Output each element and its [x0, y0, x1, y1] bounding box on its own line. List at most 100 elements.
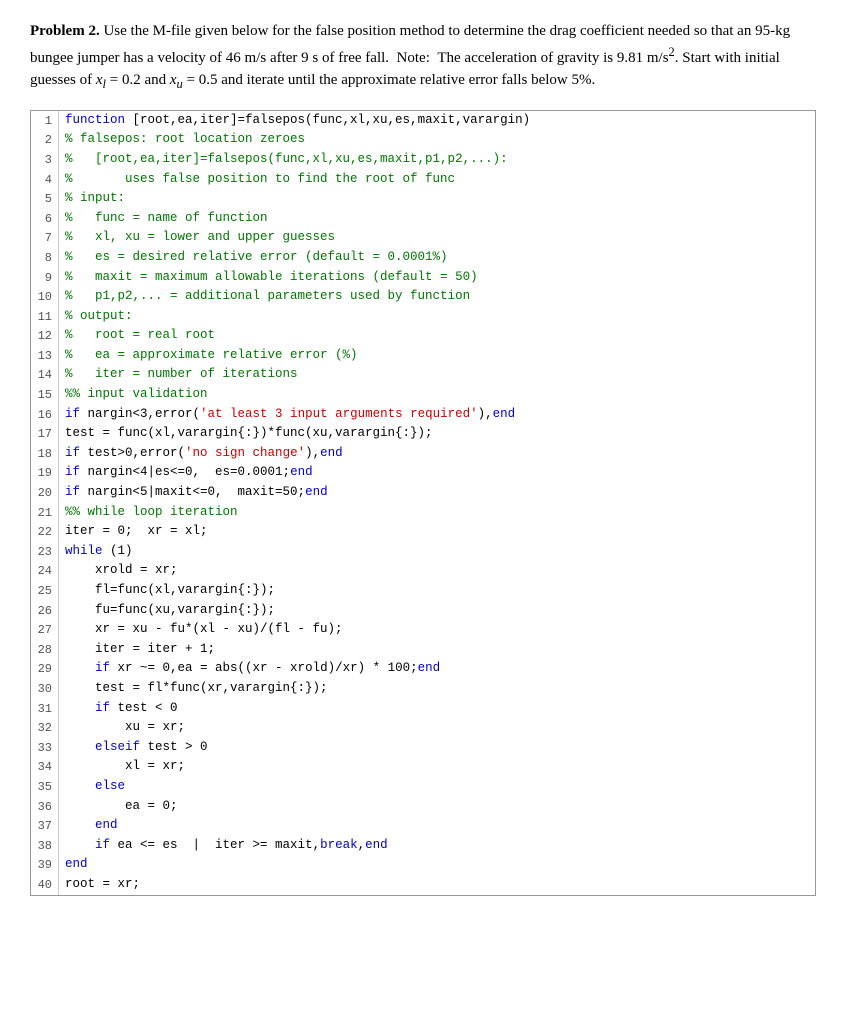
- code-line-29: 29 if xr ~= 0,ea = abs((xr - xrold)/xr) …: [31, 659, 815, 679]
- line-num-19: 19: [31, 463, 59, 483]
- code-line-11: 11 % output:: [31, 307, 815, 327]
- line-code-31: if test < 0: [59, 699, 815, 718]
- code-block: 1 function [root,ea,iter]=falsepos(func,…: [30, 110, 816, 896]
- code-line-31: 31 if test < 0: [31, 699, 815, 719]
- code-line-9: 9 % maxit = maximum allowable iterations…: [31, 268, 815, 288]
- line-num-18: 18: [31, 444, 59, 464]
- line-num-39: 39: [31, 855, 59, 875]
- line-code-25: fl=func(xl,varargin{:});: [59, 581, 815, 600]
- line-code-8: % es = desired relative error (default =…: [59, 248, 815, 267]
- line-code-15: %% input validation: [59, 385, 815, 404]
- line-num-24: 24: [31, 561, 59, 581]
- line-code-35: else: [59, 777, 815, 796]
- line-code-37: end: [59, 816, 815, 835]
- line-num-1: 1: [31, 111, 59, 131]
- code-line-17: 17 test = func(xl,varargin{:})*func(xu,v…: [31, 424, 815, 444]
- line-num-22: 22: [31, 522, 59, 542]
- problem-text: Use the M-file given below for the false…: [30, 23, 790, 88]
- line-code-11: % output:: [59, 307, 815, 326]
- code-line-12: 12 % root = real root: [31, 326, 815, 346]
- code-line-19: 19 if nargin<4|es<=0, es=0.0001;end: [31, 463, 815, 483]
- problem-statement: Problem 2. Use the M-file given below fo…: [30, 20, 816, 94]
- code-line-39: 39 end: [31, 855, 815, 875]
- line-code-14: % iter = number of iterations: [59, 365, 815, 384]
- line-num-5: 5: [31, 189, 59, 209]
- code-line-13: 13 % ea = approximate relative error (%): [31, 346, 815, 366]
- code-line-21: 21 %% while loop iteration: [31, 503, 815, 523]
- line-num-6: 6: [31, 209, 59, 229]
- line-num-35: 35: [31, 777, 59, 797]
- line-num-25: 25: [31, 581, 59, 601]
- code-line-37: 37 end: [31, 816, 815, 836]
- code-line-2: 2 % falsepos: root location zeroes: [31, 130, 815, 150]
- line-num-10: 10: [31, 287, 59, 307]
- line-num-7: 7: [31, 228, 59, 248]
- line-code-21: %% while loop iteration: [59, 503, 815, 522]
- line-num-14: 14: [31, 365, 59, 385]
- line-code-12: % root = real root: [59, 326, 815, 345]
- line-num-27: 27: [31, 620, 59, 640]
- code-line-22: 22 iter = 0; xr = xl;: [31, 522, 815, 542]
- line-num-40: 40: [31, 875, 59, 895]
- line-num-3: 3: [31, 150, 59, 170]
- code-line-34: 34 xl = xr;: [31, 757, 815, 777]
- code-line-16: 16 if nargin<3,error('at least 3 input a…: [31, 405, 815, 425]
- line-num-33: 33: [31, 738, 59, 758]
- line-code-7: % xl, xu = lower and upper guesses: [59, 228, 815, 247]
- line-code-32: xu = xr;: [59, 718, 815, 737]
- code-line-5: 5 % input:: [31, 189, 815, 209]
- line-code-18: if test>0,error('no sign change'),end: [59, 444, 815, 463]
- line-code-23: while (1): [59, 542, 815, 561]
- line-num-2: 2: [31, 130, 59, 150]
- line-code-39: end: [59, 855, 815, 874]
- line-num-32: 32: [31, 718, 59, 738]
- code-line-18: 18 if test>0,error('no sign change'),end: [31, 444, 815, 464]
- line-num-34: 34: [31, 757, 59, 777]
- line-code-27: xr = xu - fu*(xl - xu)/(fl - fu);: [59, 620, 815, 639]
- line-num-23: 23: [31, 542, 59, 562]
- line-code-1: function [root,ea,iter]=falsepos(func,xl…: [59, 111, 815, 130]
- code-line-6: 6 % func = name of function: [31, 209, 815, 229]
- line-num-38: 38: [31, 836, 59, 856]
- line-code-10: % p1,p2,... = additional parameters used…: [59, 287, 815, 306]
- code-line-4: 4 % uses false position to find the root…: [31, 170, 815, 190]
- line-code-33: elseif test > 0: [59, 738, 815, 757]
- line-code-26: fu=func(xu,varargin{:});: [59, 601, 815, 620]
- code-line-27: 27 xr = xu - fu*(xl - xu)/(fl - fu);: [31, 620, 815, 640]
- line-code-9: % maxit = maximum allowable iterations (…: [59, 268, 815, 287]
- code-line-3: 3 % [root,ea,iter]=falsepos(func,xl,xu,e…: [31, 150, 815, 170]
- line-code-6: % func = name of function: [59, 209, 815, 228]
- line-code-16: if nargin<3,error('at least 3 input argu…: [59, 405, 815, 424]
- code-line-36: 36 ea = 0;: [31, 797, 815, 817]
- line-code-28: iter = iter + 1;: [59, 640, 815, 659]
- line-code-38: if ea <= es | iter >= maxit,break,end: [59, 836, 815, 855]
- code-line-25: 25 fl=func(xl,varargin{:});: [31, 581, 815, 601]
- code-line-23: 23 while (1): [31, 542, 815, 562]
- code-line-14: 14 % iter = number of iterations: [31, 365, 815, 385]
- line-code-4: % uses false position to find the root o…: [59, 170, 815, 189]
- code-line-28: 28 iter = iter + 1;: [31, 640, 815, 660]
- line-code-30: test = fl*func(xr,varargin{:});: [59, 679, 815, 698]
- line-code-3: % [root,ea,iter]=falsepos(func,xl,xu,es,…: [59, 150, 815, 169]
- code-line-33: 33 elseif test > 0: [31, 738, 815, 758]
- line-num-8: 8: [31, 248, 59, 268]
- line-num-12: 12: [31, 326, 59, 346]
- line-num-11: 11: [31, 307, 59, 327]
- line-num-16: 16: [31, 405, 59, 425]
- line-num-17: 17: [31, 424, 59, 444]
- line-code-24: xrold = xr;: [59, 561, 815, 580]
- line-code-13: % ea = approximate relative error (%): [59, 346, 815, 365]
- line-num-31: 31: [31, 699, 59, 719]
- code-line-15: 15 %% input validation: [31, 385, 815, 405]
- line-num-29: 29: [31, 659, 59, 679]
- line-code-20: if nargin<5|maxit<=0, maxit=50;end: [59, 483, 815, 502]
- line-num-30: 30: [31, 679, 59, 699]
- line-num-13: 13: [31, 346, 59, 366]
- code-line-7: 7 % xl, xu = lower and upper guesses: [31, 228, 815, 248]
- line-code-29: if xr ~= 0,ea = abs((xr - xrold)/xr) * 1…: [59, 659, 815, 678]
- line-code-22: iter = 0; xr = xl;: [59, 522, 815, 541]
- code-line-30: 30 test = fl*func(xr,varargin{:});: [31, 679, 815, 699]
- line-code-19: if nargin<4|es<=0, es=0.0001;end: [59, 463, 815, 482]
- code-line-10: 10 % p1,p2,... = additional parameters u…: [31, 287, 815, 307]
- code-line-38: 38 if ea <= es | iter >= maxit,break,end: [31, 836, 815, 856]
